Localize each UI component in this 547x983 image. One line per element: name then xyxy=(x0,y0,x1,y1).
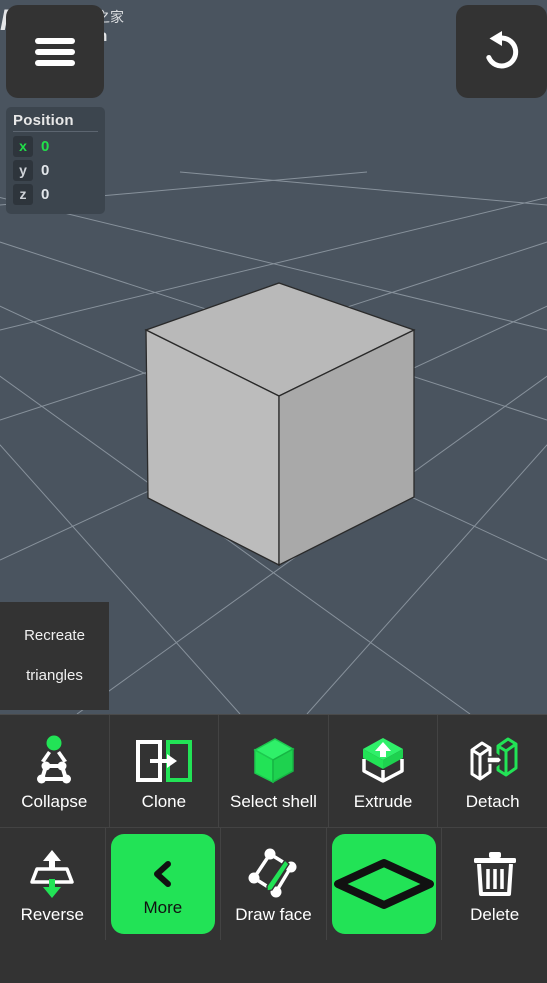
tool-button-extrude[interactable]: Extrude xyxy=(328,715,439,828)
tool-button-delete[interactable]: Delete xyxy=(442,828,547,941)
tool-label-reverse: Reverse xyxy=(20,905,84,924)
undo-button[interactable] xyxy=(456,5,547,98)
bottom-toolbar: Collapse Clone Select shell Extrude Deta… xyxy=(0,714,547,941)
tool-label-delete: Delete xyxy=(470,905,520,924)
tool-button-clone[interactable]: Clone xyxy=(109,715,220,828)
chevron-left-icon xyxy=(146,851,180,897)
position-panel: Position x 0 y 0 z 0 xyxy=(6,107,105,214)
face-select-icon xyxy=(332,857,436,911)
recreate-triangles-label: Recreate triangles xyxy=(24,626,85,686)
axis-label-x: x xyxy=(13,135,33,157)
axis-value-x: 0 xyxy=(41,137,50,155)
draw-face-icon xyxy=(244,844,302,904)
tool-button-draw-face[interactable]: Draw face xyxy=(221,828,327,941)
cube-mesh xyxy=(144,282,416,567)
tool-button-more[interactable]: More xyxy=(105,828,222,941)
bottom-strip xyxy=(0,940,547,983)
position-row-x[interactable]: x 0 xyxy=(13,135,98,157)
recreate-triangles-line1: Recreate xyxy=(24,627,85,644)
trash-icon xyxy=(470,844,520,904)
tool-label-extrude: Extrude xyxy=(353,792,413,811)
reverse-icon xyxy=(24,844,80,904)
toolbar-row-1: Collapse Clone Select shell Extrude Deta… xyxy=(0,715,547,828)
tool-button-face-select-mode[interactable] xyxy=(326,828,443,941)
tool-button-detach[interactable]: Detach xyxy=(438,715,547,828)
app-root: K73 游戏之家 .com Position x 0 y 0 z 0 xyxy=(0,0,547,983)
tool-label-select-shell: Select shell xyxy=(230,792,317,811)
tool-label-detach: Detach xyxy=(465,792,520,811)
tool-button-select-shell[interactable]: Select shell xyxy=(219,715,329,828)
tool-label-clone: Clone xyxy=(141,792,187,811)
toolbar-row-2: Reverse More Draw face Delete xyxy=(0,828,547,941)
axis-label-z: z xyxy=(13,183,33,205)
extrude-icon xyxy=(355,731,411,791)
position-row-z[interactable]: z 0 xyxy=(13,183,98,205)
menu-button[interactable] xyxy=(6,5,104,98)
detach-icon xyxy=(464,731,522,791)
recreate-triangles-line2: triangles xyxy=(26,667,83,684)
tool-label-more: More xyxy=(143,898,183,917)
position-panel-title: Position xyxy=(13,112,98,132)
axis-value-z: 0 xyxy=(41,185,50,203)
tool-label-collapse: Collapse xyxy=(21,792,88,811)
axis-label-y: y xyxy=(13,159,33,181)
hamburger-menu-icon xyxy=(35,33,75,71)
recreate-triangles-button[interactable]: Recreate triangles xyxy=(0,602,109,710)
position-row-y[interactable]: y 0 xyxy=(13,159,98,181)
tool-label-draw-face: Draw face xyxy=(235,905,312,924)
tool-button-collapse[interactable]: Collapse xyxy=(0,715,110,828)
undo-arrow-icon xyxy=(485,30,518,68)
clone-icon xyxy=(135,731,193,791)
tool-button-reverse[interactable]: Reverse xyxy=(0,828,106,941)
collapse-icon xyxy=(26,731,82,791)
select-shell-icon xyxy=(245,731,301,791)
axis-value-y: 0 xyxy=(41,161,50,179)
